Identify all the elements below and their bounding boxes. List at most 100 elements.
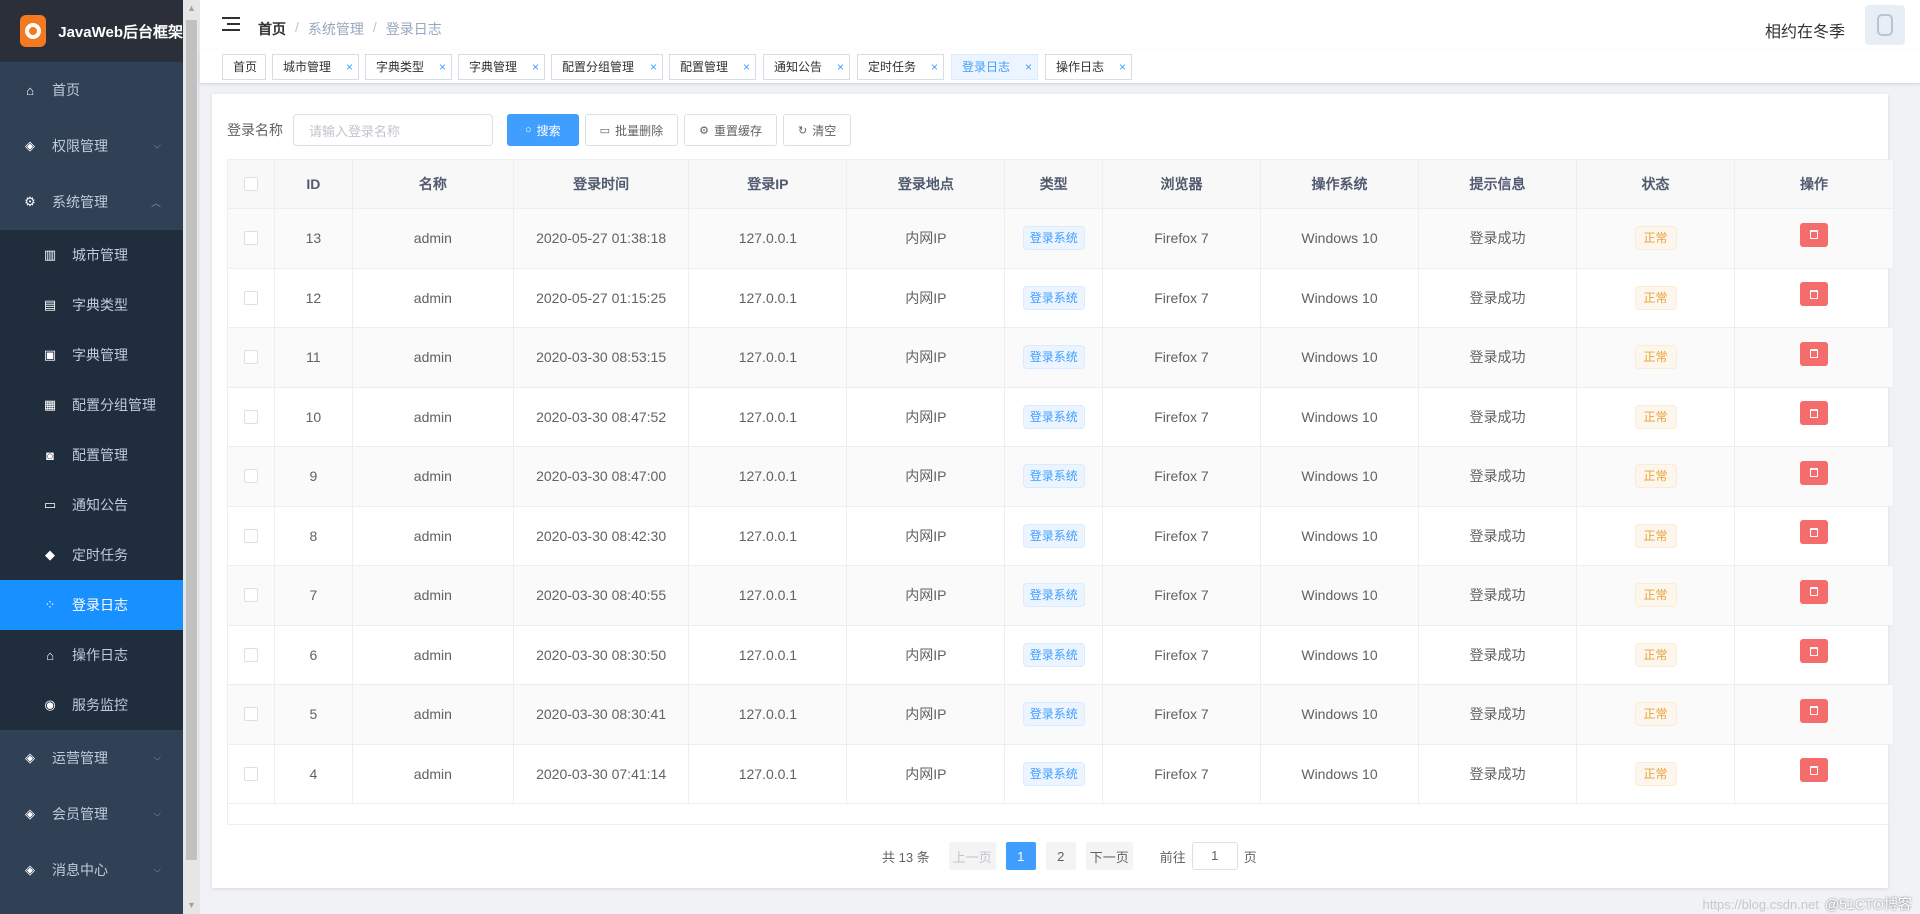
search-button[interactable]: ○ 搜索: [507, 114, 579, 146]
tab-label: 通知公告: [774, 60, 823, 74]
cell-browser: Firefox 7: [1103, 566, 1261, 625]
table-row[interactable]: 5 admin 2020-03-30 08:30:41 127.0.0.1 内网IP 登录…: [228, 685, 1893, 745]
sidebar-item-login-log[interactable]: ⁘ 登录日志: [0, 580, 183, 630]
delete-button[interactable]: [1800, 341, 1829, 366]
sidebar-item-notice[interactable]: ▭ 通知公告: [0, 480, 183, 530]
cell-os: Windows 10: [1261, 447, 1419, 506]
scroll-up-icon[interactable]: ▲: [183, 0, 200, 17]
delete-button[interactable]: [1800, 758, 1829, 783]
sidebar-item-dict[interactable]: ▣ 字典管理: [0, 330, 183, 380]
row-checkbox[interactable]: [243, 647, 258, 662]
row-checkbox[interactable]: [243, 469, 258, 484]
cell-os: Windows 10: [1261, 387, 1419, 446]
sidebar-item-city[interactable]: ▥ 城市管理: [0, 230, 183, 280]
chevron-down-icon: ⌵: [153, 140, 161, 152]
batch-delete-button[interactable]: ▭ 批量删除: [584, 114, 679, 146]
delete-button[interactable]: [1800, 579, 1829, 604]
close-icon[interactable]: ×: [837, 55, 844, 79]
tab-city[interactable]: 城市管理 ×: [272, 54, 359, 80]
trash-icon: [1810, 468, 1819, 478]
reset-cache-button[interactable]: ⚙ 重置缓存: [684, 114, 777, 146]
sidebar-item-messages[interactable]: ◈ 消息中心 ⌵: [0, 842, 183, 898]
sidebar-item-monitor[interactable]: ◉ 服务监控: [0, 680, 183, 730]
user-name[interactable]: 相约在冬季: [1765, 18, 1845, 42]
cell-status: 正常: [1577, 625, 1736, 684]
table-row[interactable]: 13 admin 2020-05-27 01:38:18 127.0.0.1 内网IP 登…: [228, 209, 1893, 269]
book-icon: ▤: [43, 297, 57, 312]
delete-button[interactable]: [1800, 639, 1829, 664]
tab-notice[interactable]: 通知公告 ×: [763, 54, 850, 80]
sidebar-item-jobs[interactable]: ◆ 定时任务: [0, 530, 183, 580]
page-button-2[interactable]: 2: [1045, 842, 1076, 870]
tab-dict[interactable]: 字典管理 ×: [458, 54, 545, 80]
table-row[interactable]: 9 admin 2020-03-30 08:47:00 127.0.0.1 内网IP 登录…: [228, 447, 1893, 507]
cell-os: Windows 10: [1261, 506, 1419, 565]
cell-id: 13: [275, 209, 353, 268]
next-page-button[interactable]: 下一页: [1085, 842, 1133, 870]
type-badge: 登录系统: [1022, 464, 1085, 489]
table-row[interactable]: 6 admin 2020-03-30 08:30:50 127.0.0.1 内网IP 登录…: [228, 625, 1893, 685]
tab-oper-log[interactable]: 操作日志 ×: [1045, 54, 1132, 80]
delete-button[interactable]: [1800, 520, 1829, 545]
cell-status: 正常: [1577, 328, 1736, 387]
close-icon[interactable]: ×: [743, 55, 750, 79]
prev-page-button[interactable]: 上一页: [948, 842, 996, 870]
sidebar-item-home[interactable]: ⌂ 首页: [0, 62, 183, 118]
tab-dict-type[interactable]: 字典类型 ×: [365, 54, 452, 80]
logo-row[interactable]: JavaWeb后台框架: [0, 0, 183, 62]
row-checkbox[interactable]: [243, 231, 258, 246]
tab-config[interactable]: 配置管理 ×: [669, 54, 756, 80]
clear-button[interactable]: ↻ 清空: [782, 114, 852, 146]
row-checkbox[interactable]: [243, 409, 258, 424]
sidebar-item-config[interactable]: ◙ 配置管理: [0, 430, 183, 480]
sidebar-item-members[interactable]: ◈ 会员管理 ⌵: [0, 786, 183, 842]
scrollbar-thumb[interactable]: [186, 20, 197, 860]
row-checkbox[interactable]: [243, 290, 258, 305]
select-all-checkbox[interactable]: [243, 177, 258, 191]
sidebar-item-operations[interactable]: ◈ 运营管理 ⌵: [0, 730, 183, 786]
row-checkbox[interactable]: [243, 350, 258, 365]
dots-icon: ⁘: [44, 597, 56, 612]
tab-jobs[interactable]: 定时任务 ×: [857, 54, 944, 80]
tab-home[interactable]: 首页×: [222, 54, 266, 80]
row-checkbox[interactable]: [243, 588, 258, 603]
close-icon[interactable]: ×: [439, 55, 446, 79]
row-checkbox[interactable]: [243, 528, 258, 543]
row-checkbox[interactable]: [243, 707, 258, 722]
delete-button[interactable]: [1800, 460, 1829, 485]
close-icon[interactable]: ×: [346, 55, 353, 79]
table-row[interactable]: 12 admin 2020-05-27 01:15:25 127.0.0.1 内网IP 登…: [228, 268, 1893, 328]
tab-label: 登录日志: [962, 60, 1011, 74]
delete-button[interactable]: [1800, 222, 1829, 247]
sidebar-scrollbar[interactable]: ▲ ▼: [183, 0, 200, 914]
table-row[interactable]: 4 admin 2020-03-30 07:41:14 127.0.0.1 内网IP 登录…: [228, 744, 1893, 804]
table-row[interactable]: 7 admin 2020-03-30 08:40:55 127.0.0.1 内网IP 登录…: [228, 566, 1893, 626]
table-row[interactable]: 11 admin 2020-03-30 08:53:15 127.0.0.1 内网IP 登…: [228, 328, 1893, 388]
login-name-input[interactable]: 请输入登录名称: [293, 114, 493, 146]
tab-login-log[interactable]: 登录日志 ×: [951, 54, 1038, 80]
delete-button[interactable]: [1800, 282, 1829, 307]
avatar[interactable]: [1865, 5, 1905, 45]
tab-config-group[interactable]: 配置分组管理 ×: [551, 54, 663, 80]
delete-button[interactable]: [1800, 698, 1829, 723]
breadcrumb-item[interactable]: 首页: [258, 19, 286, 39]
close-icon[interactable]: ×: [1025, 55, 1032, 79]
goto-page-input[interactable]: 1: [1191, 842, 1238, 870]
page-button-1[interactable]: 1: [1005, 842, 1036, 870]
delete-button[interactable]: [1800, 401, 1829, 426]
sidebar-item-system[interactable]: ⚙ 系统管理 ︿: [0, 174, 183, 230]
sidebar-item-oper-log[interactable]: ⌂ 操作日志: [0, 630, 183, 680]
scroll-down-icon[interactable]: ▼: [183, 897, 200, 914]
hamburger-icon[interactable]: [222, 17, 240, 31]
close-icon[interactable]: ×: [532, 55, 539, 79]
row-checkbox[interactable]: [243, 766, 258, 781]
table-row[interactable]: 8 admin 2020-03-30 08:42:30 127.0.0.1 内网IP 登录…: [228, 506, 1893, 566]
close-icon[interactable]: ×: [650, 55, 657, 79]
table-row[interactable]: 10 admin 2020-03-30 08:47:52 127.0.0.1 内网IP 登…: [228, 387, 1893, 447]
sidebar-item-dict-type[interactable]: ▤ 字典类型: [0, 280, 183, 330]
sidebar-item-config-group[interactable]: ▦ 配置分组管理: [0, 380, 183, 430]
cell-id: 12: [275, 268, 353, 327]
sidebar-item-permissions[interactable]: ◈ 权限管理 ⌵: [0, 118, 183, 174]
close-icon[interactable]: ×: [1119, 55, 1126, 79]
close-icon[interactable]: ×: [931, 55, 938, 79]
